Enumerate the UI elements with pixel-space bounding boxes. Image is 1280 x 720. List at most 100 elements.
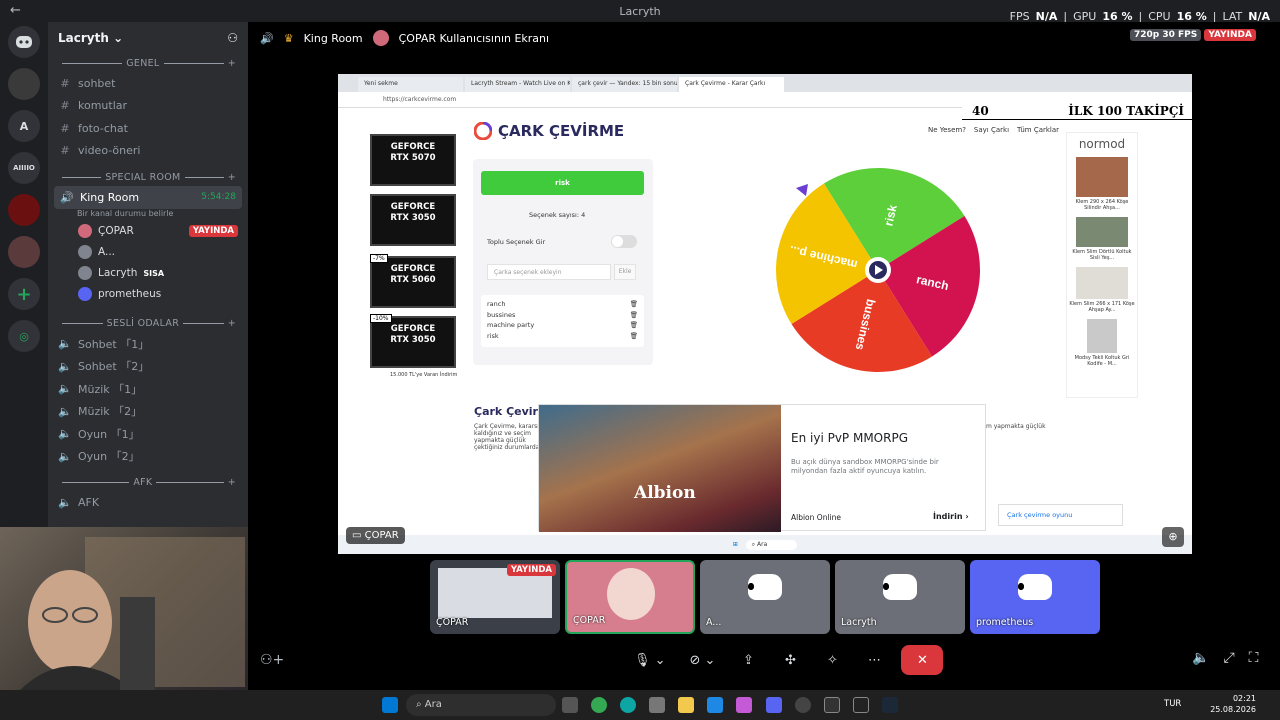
system-clock[interactable]: 02:21 25.08.2026 (1210, 693, 1256, 715)
browser-tab-active[interactable]: Çark Çevirme - Karar Çarkı (679, 77, 784, 92)
browser-tab[interactable]: Yeni sekme (358, 77, 463, 92)
ad-item[interactable]: Klem Slim Dörtlü Koltuk Sisli Yeş... (1067, 249, 1137, 261)
app-icon[interactable] (795, 697, 811, 713)
input-language[interactable]: TUR (1164, 699, 1181, 709)
voice-user-lacryth[interactable]: Lacryth SISA (48, 263, 248, 284)
ad-item[interactable]: Modsy Tekli Koltuk Gri Kodife - M... (1067, 355, 1137, 367)
participant-tile[interactable]: A... (700, 560, 830, 634)
x-icon[interactable] (824, 697, 840, 713)
trash-icon[interactable]: 🗑 (630, 320, 638, 331)
zoom-icon[interactable]: ⊕ (1162, 527, 1184, 547)
voice-channel-afk[interactable]: 🔈 AFK (48, 492, 248, 515)
result-button[interactable]: risk (481, 171, 644, 195)
game-ad[interactable]: Albion En iyi PvP MMORPG Bu açık dünya s… (538, 404, 986, 532)
invite-icon[interactable]: ⚇ (227, 31, 238, 45)
discord-taskbar-icon[interactable] (766, 697, 782, 713)
voice-user-copar[interactable]: ÇOPAR YAYINDA (48, 221, 248, 242)
speaker-icon: 🔈 (58, 496, 72, 510)
category-voice[interactable]: SESLİ ODALAR + (48, 315, 248, 333)
invite-user-icon[interactable]: ⚇+ (260, 652, 284, 668)
bulk-toggle[interactable] (611, 235, 637, 248)
browser-tab[interactable]: çark çevir — Yandex: 15 bin sonuç (572, 77, 677, 92)
epic-games-icon[interactable] (853, 697, 869, 713)
chrome-icon[interactable] (591, 697, 607, 713)
category-afk[interactable]: AFK + (48, 474, 248, 492)
channel-video-oneri[interactable]: # video-öneri (48, 140, 248, 163)
browser-tabs: Yeni sekme Lacryth Stream - Watch Live o… (338, 74, 1192, 92)
spin-wheel[interactable]: riskranchbussinesmachine p... (774, 166, 982, 374)
mail-icon[interactable] (707, 697, 723, 713)
ad-item[interactable]: Klem 290 x 264 Köşe Silindir Ahşa... (1067, 199, 1137, 211)
server-header[interactable]: Lacryth ⌄ ⚇ (48, 22, 248, 54)
copilot-icon[interactable] (736, 697, 752, 713)
discord-home-icon[interactable] (8, 26, 40, 58)
channel-komutlar[interactable]: # komutlar (48, 95, 248, 118)
popout-icon[interactable]: ⤢ (1223, 650, 1234, 666)
volume-icon[interactable]: 🔈 (1192, 650, 1209, 666)
server-icon-red[interactable] (8, 194, 40, 226)
participant-tile[interactable]: prometheus (970, 560, 1100, 634)
ad-item[interactable]: Klem Slim 266 x 171 Köşe Ahşap Ay... (1067, 301, 1137, 313)
participant-tile[interactable]: ÇOPAR (565, 560, 695, 634)
browser-tab[interactable]: Lacryth Stream - Watch Live on Ki... (465, 77, 570, 92)
taskbar-search[interactable]: ⌕ Ara (406, 694, 556, 716)
voice-channel-oyun-1[interactable]: 🔈 Oyun 「1」 (48, 423, 248, 446)
voice-user-prometheus[interactable]: prometheus (48, 284, 248, 305)
store-icon[interactable] (649, 697, 665, 713)
edge-icon[interactable] (620, 697, 636, 713)
participant-tile[interactable]: YAYINDA ÇOPAR (430, 560, 560, 634)
search-chip[interactable]: Çark çevirme oyunu (998, 504, 1123, 526)
option-item: ranch 🗑 (487, 299, 638, 310)
server-icon-aiiiio[interactable]: AIIIIO (8, 152, 40, 184)
category-general[interactable]: GENEL + (48, 54, 248, 72)
gpu-ad[interactable]: GEFORCE RTX 5070 (370, 134, 456, 186)
disconnect-button[interactable]: ✕ (901, 645, 944, 675)
fullscreen-icon[interactable]: ⛶ (1249, 650, 1259, 666)
trash-icon[interactable]: 🗑 (630, 299, 638, 310)
voice-channel-muzik-2[interactable]: 🔈 Müzik 「2」 (48, 400, 248, 423)
ad-cta-button[interactable]: İndirin › (933, 512, 969, 521)
voice-channel-oyun-2[interactable]: 🔈 Oyun 「2」 (48, 445, 248, 468)
voice-channel-muzik-1[interactable]: 🔈 Müzik 「1」 (48, 378, 248, 401)
screen-share-icon[interactable]: ⇪ (733, 645, 763, 675)
channel-sohbet[interactable]: # sohbet (48, 72, 248, 95)
voice-channel-sohbet-1[interactable]: 🔈 Sohbet 「1」 (48, 333, 248, 356)
add-server-icon[interactable]: + (8, 278, 40, 310)
microphone-icon[interactable]: 🎙 ⌄ (628, 645, 672, 675)
explore-icon[interactable]: ◎ (8, 320, 40, 352)
server-icon-a[interactable]: A (8, 110, 40, 142)
add-option-button[interactable]: Ekle (614, 264, 636, 280)
windows-start-icon[interactable]: ⊞ (733, 541, 738, 548)
side-ad-column[interactable]: normod Klem 290 x 264 Köşe Silindir Ahşa… (1066, 132, 1138, 398)
add-option-input[interactable]: Çarka seçenek ekleyin (487, 264, 611, 280)
nav-link[interactable]: Ne Yesem? (928, 126, 966, 134)
channel-foto-chat[interactable]: # foto-chat (48, 117, 248, 140)
channel-status[interactable]: Bir kanal durumu belirle (48, 209, 248, 221)
voice-channel-sohbet-2[interactable]: 🔈 Sohbet 「2」 (48, 355, 248, 378)
server-icon-avatar[interactable] (8, 236, 40, 268)
participant-tile[interactable]: Lacryth (835, 560, 965, 634)
voice-user-a[interactable]: A... (48, 242, 248, 263)
file-explorer-icon[interactable] (678, 697, 694, 713)
category-special[interactable]: SPECIAL ROOM + (48, 168, 248, 186)
soundboard-icon[interactable]: ✧ (817, 645, 847, 675)
windows-start-icon[interactable] (382, 697, 398, 713)
activities-icon[interactable]: ✣ (775, 645, 805, 675)
site-logo[interactable]: ÇARK ÇEVİRME (474, 122, 624, 140)
nav-link[interactable]: Sayı Çarkı (974, 126, 1009, 134)
shared-screen[interactable]: Yeni sekme Lacryth Stream - Watch Live o… (338, 74, 1192, 554)
more-icon[interactable]: ⋯ (859, 645, 889, 675)
back-icon[interactable]: ← (10, 3, 21, 18)
gpu-ad[interactable]: GEFORCE RTX 3050 (370, 316, 456, 368)
steam-icon[interactable] (882, 697, 898, 713)
trash-icon[interactable]: 🗑 (630, 331, 638, 342)
camera-off-icon[interactable]: ⊘ ⌄ (684, 645, 722, 675)
server-icon-lacryth[interactable] (8, 68, 40, 100)
gpu-ad[interactable]: GEFORCE RTX 5060 (370, 256, 456, 308)
inner-search[interactable]: ⌕ Ara (745, 539, 798, 550)
trash-icon[interactable]: 🗑 (630, 310, 638, 321)
channel-king-room[interactable]: 🔊 King Room 5:54:28 (54, 186, 242, 209)
nav-link[interactable]: Tüm Çarklar (1017, 126, 1059, 134)
gpu-ad[interactable]: GEFORCE RTX 3050 (370, 194, 456, 246)
task-view-icon[interactable] (562, 697, 578, 713)
